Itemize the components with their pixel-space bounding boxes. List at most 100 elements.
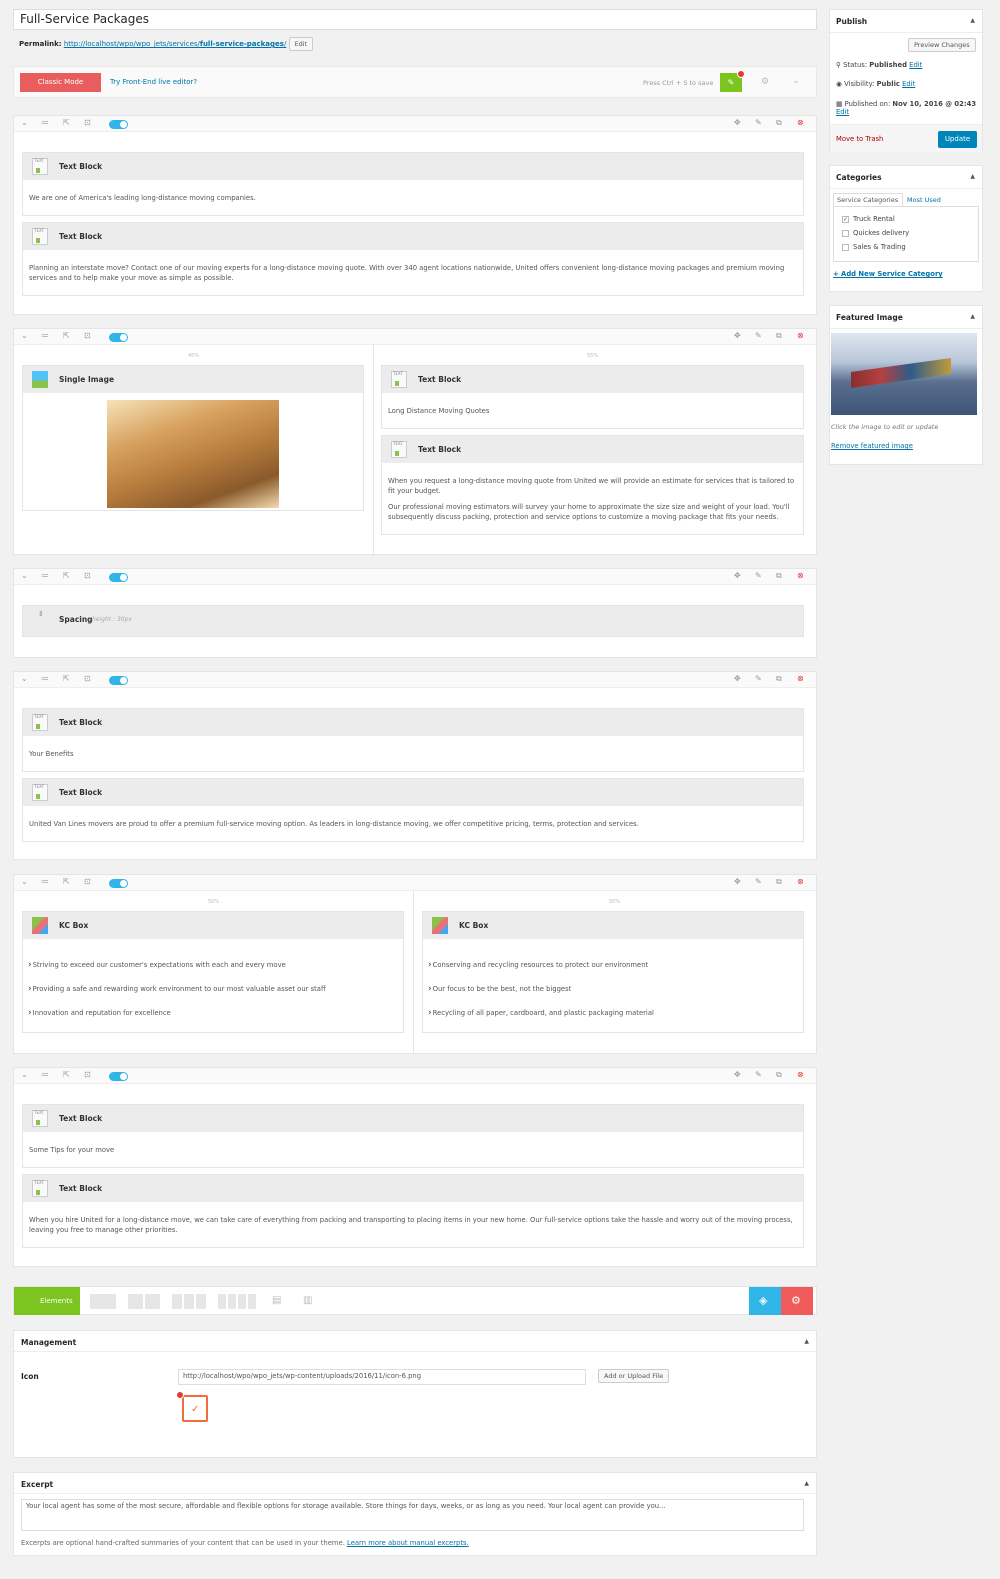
excerpt-learn-more-link[interactable]: Learn more about manual excerpts. bbox=[347, 1539, 469, 1547]
move-icon[interactable]: ✥ bbox=[734, 571, 741, 580]
layout-2col-button[interactable] bbox=[145, 1294, 160, 1309]
columns-icon[interactable]: ≔ bbox=[41, 331, 49, 340]
collapse-icon[interactable]: ⌄ bbox=[21, 1070, 28, 1079]
edit-row-icon[interactable]: ⇱ bbox=[63, 571, 70, 580]
collapse-icon[interactable]: ⌄ bbox=[21, 331, 28, 340]
delete-icon[interactable]: ⊗ bbox=[797, 674, 804, 683]
date-edit-link[interactable]: Edit bbox=[836, 108, 981, 116]
chevron-down-icon[interactable]: ⌄ bbox=[792, 76, 800, 86]
layout-1col-button[interactable] bbox=[90, 1294, 116, 1309]
permalink-edit-button[interactable]: Edit bbox=[288, 37, 314, 51]
collapse-arrow-icon[interactable]: ▲ bbox=[804, 1480, 809, 1487]
text-block[interactable]: Text Block When you request a long-dista… bbox=[381, 435, 804, 535]
delete-icon[interactable]: ⊗ bbox=[797, 331, 804, 340]
delete-icon[interactable]: ⊗ bbox=[797, 118, 804, 127]
spacing-element[interactable]: ⇕ Spacing height : 30px bbox=[22, 605, 804, 637]
cargo-ship-image[interactable] bbox=[831, 333, 977, 415]
gear-icon[interactable]: ⚙ bbox=[761, 77, 769, 87]
post-title-input[interactable]: Full-Service Packages bbox=[13, 9, 817, 30]
add-section-icon[interactable]: ⊡ bbox=[84, 118, 91, 127]
delete-icon[interactable]: ⊗ bbox=[797, 571, 804, 580]
move-icon[interactable]: ✥ bbox=[734, 118, 741, 127]
text-block[interactable]: Text Block We are one of America's leadi… bbox=[22, 152, 804, 216]
layers-button[interactable]: ◈ bbox=[749, 1287, 781, 1315]
layout-2col-button[interactable] bbox=[128, 1294, 143, 1309]
row-visibility-toggle[interactable] bbox=[109, 1072, 128, 1081]
delete-icon[interactable]: ⊗ bbox=[797, 1070, 804, 1079]
row-visibility-toggle[interactable] bbox=[109, 573, 128, 582]
sections-icon[interactable]: ▥ bbox=[303, 1295, 312, 1306]
edit-icon[interactable]: ✎ bbox=[755, 118, 762, 127]
add-section-icon[interactable]: ⊡ bbox=[84, 674, 91, 683]
tab-most-used[interactable]: Most Used bbox=[907, 196, 941, 204]
copy-icon[interactable]: ⧉ bbox=[776, 331, 782, 341]
settings-button[interactable]: ⚙ bbox=[781, 1287, 813, 1315]
checkbox-checked[interactable]: ✓ bbox=[842, 215, 849, 223]
text-block[interactable]: Text Block Some Tips for your move bbox=[22, 1104, 804, 1168]
remove-icon[interactable] bbox=[176, 1391, 184, 1399]
category-checkbox-item[interactable]: Sales & Trading bbox=[842, 243, 906, 251]
copy-icon[interactable]: ⧉ bbox=[776, 1070, 782, 1080]
preview-changes-button[interactable]: Preview Changes bbox=[908, 38, 976, 52]
category-checkbox-item[interactable]: Quickes delivery bbox=[842, 229, 909, 237]
add-section-icon[interactable]: ⊡ bbox=[84, 571, 91, 580]
columns-icon[interactable]: ≔ bbox=[41, 1070, 49, 1079]
elements-button[interactable]: Elements bbox=[14, 1287, 80, 1315]
add-new-category-link[interactable]: + Add New Service Category bbox=[833, 270, 943, 278]
checkbox[interactable] bbox=[842, 229, 849, 237]
text-block[interactable]: Text Block When you hire United for a lo… bbox=[22, 1174, 804, 1248]
single-image-element[interactable]: Single Image bbox=[22, 365, 364, 511]
collapse-arrow-icon[interactable]: ▲ bbox=[970, 17, 975, 24]
excerpt-textarea[interactable]: Your local agent has some of the most se… bbox=[21, 1499, 804, 1531]
layout-4col-button[interactable] bbox=[228, 1294, 236, 1309]
kc-box-element[interactable]: KC Box ›Striving to exceed our customer'… bbox=[22, 911, 404, 1033]
row-visibility-toggle[interactable] bbox=[109, 676, 128, 685]
edit-row-icon[interactable]: ⇱ bbox=[63, 331, 70, 340]
row-visibility-toggle[interactable] bbox=[109, 879, 128, 888]
text-block[interactable]: Text Block Planning an interstate move? … bbox=[22, 222, 804, 296]
edit-row-icon[interactable]: ⇱ bbox=[63, 877, 70, 886]
add-section-icon[interactable]: ⊡ bbox=[84, 877, 91, 886]
status-edit-link[interactable]: Edit bbox=[909, 61, 922, 69]
copy-icon[interactable]: ⧉ bbox=[776, 877, 782, 887]
visibility-edit-link[interactable]: Edit bbox=[902, 80, 915, 88]
edit-icon[interactable]: ✎ bbox=[755, 674, 762, 683]
layout-3col-button[interactable] bbox=[196, 1294, 206, 1309]
front-end-editor-link[interactable]: Try Front-End live editor? bbox=[110, 78, 197, 86]
delete-icon[interactable]: ⊗ bbox=[797, 877, 804, 886]
row-visibility-toggle[interactable] bbox=[109, 120, 128, 129]
icon-url-input[interactable]: http://localhost/wpo/wpo_jets/wp-content… bbox=[178, 1369, 586, 1385]
collapse-arrow-icon[interactable]: ▲ bbox=[970, 313, 975, 320]
template-icon[interactable]: ▤ bbox=[272, 1295, 281, 1306]
kc-box-element[interactable]: KC Box ›Conserving and recycling resourc… bbox=[422, 911, 804, 1033]
move-icon[interactable]: ✥ bbox=[734, 674, 741, 683]
text-block[interactable]: Text Block Long Distance Moving Quotes bbox=[381, 365, 804, 429]
collapse-icon[interactable]: ⌄ bbox=[21, 877, 28, 886]
move-icon[interactable]: ✥ bbox=[734, 331, 741, 340]
copy-icon[interactable]: ⧉ bbox=[776, 118, 782, 128]
columns-icon[interactable]: ≔ bbox=[41, 571, 49, 580]
layout-4col-button[interactable] bbox=[218, 1294, 226, 1309]
text-block[interactable]: Text Block Your Benefits bbox=[22, 708, 804, 772]
upload-file-button[interactable]: Add or Upload File bbox=[598, 1369, 670, 1383]
edit-icon[interactable]: ✎ bbox=[755, 877, 762, 886]
columns-icon[interactable]: ≔ bbox=[41, 877, 49, 886]
checkbox[interactable] bbox=[842, 243, 849, 251]
columns-icon[interactable]: ≔ bbox=[41, 674, 49, 683]
layout-3col-button[interactable] bbox=[184, 1294, 194, 1309]
move-icon[interactable]: ✥ bbox=[734, 877, 741, 886]
collapse-arrow-icon[interactable]: ▲ bbox=[804, 1338, 809, 1345]
edit-icon[interactable]: ✎ bbox=[755, 331, 762, 340]
edit-row-icon[interactable]: ⇱ bbox=[63, 118, 70, 127]
text-block[interactable]: Text Block United Van Lines movers are p… bbox=[22, 778, 804, 842]
add-section-icon[interactable]: ⊡ bbox=[84, 331, 91, 340]
edit-row-icon[interactable]: ⇱ bbox=[63, 674, 70, 683]
columns-icon[interactable]: ≔ bbox=[41, 118, 49, 127]
collapse-icon[interactable]: ⌄ bbox=[21, 674, 28, 683]
row-visibility-toggle[interactable] bbox=[109, 333, 128, 342]
update-button[interactable]: Update bbox=[938, 131, 977, 148]
copy-icon[interactable]: ⧉ bbox=[776, 674, 782, 684]
remove-featured-image-link[interactable]: Remove featured image bbox=[831, 442, 913, 450]
move-icon[interactable]: ✥ bbox=[734, 1070, 741, 1079]
collapse-icon[interactable]: ⌄ bbox=[21, 571, 28, 580]
